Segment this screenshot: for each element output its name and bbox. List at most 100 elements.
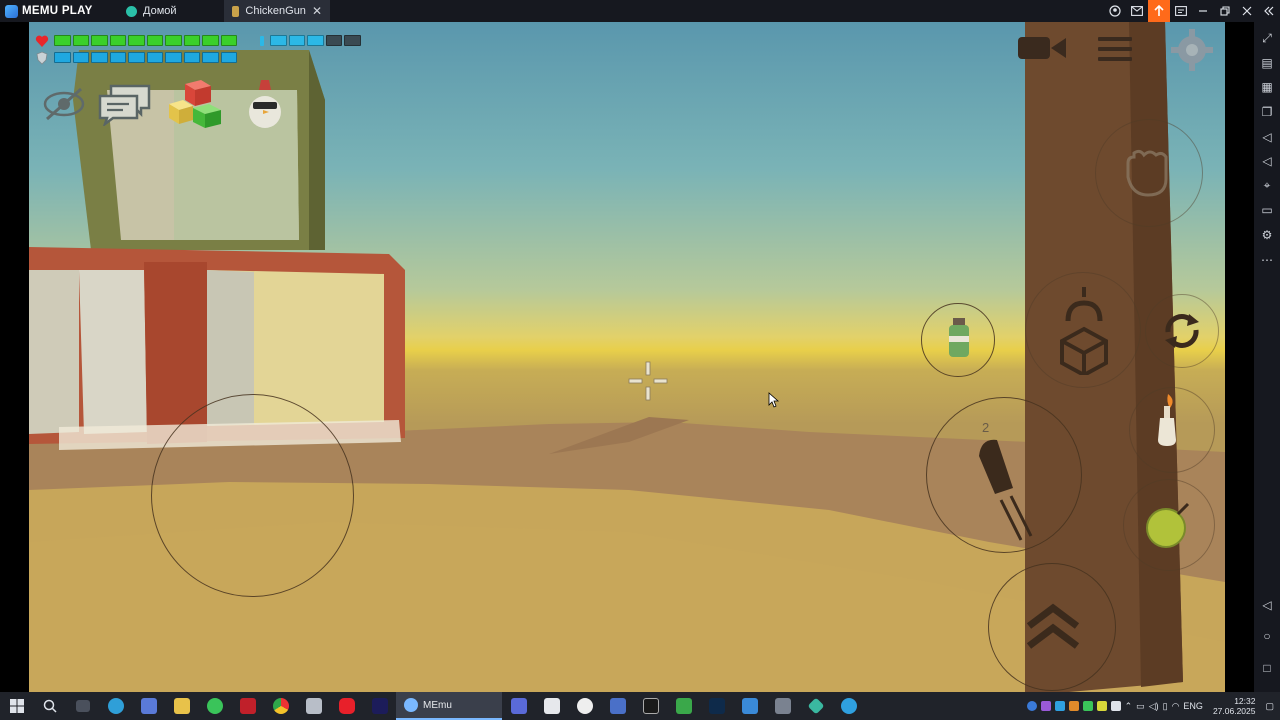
bullet-icon: [979, 439, 1033, 541]
multi-window-icon[interactable]: ❐: [1256, 100, 1278, 125]
more-icon[interactable]: ⋯: [1256, 247, 1278, 272]
chicken-icon[interactable]: [243, 78, 287, 132]
diamond-app-icon[interactable]: [799, 692, 832, 720]
collapse-icon[interactable]: [1258, 0, 1280, 22]
tab-close-icon[interactable]: ✕: [312, 4, 322, 18]
close-icon[interactable]: [1236, 0, 1258, 22]
telegram-icon[interactable]: [832, 692, 865, 720]
title-bar: MEMU PLAY Домой ChickenGun ✕: [0, 0, 1280, 22]
gear-icon[interactable]: [1170, 28, 1214, 72]
tray-app-icon[interactable]: [1068, 701, 1079, 711]
tray-app-icon[interactable]: [1082, 701, 1093, 711]
chrome-icon[interactable]: [264, 692, 297, 720]
task-view-icon[interactable]: [66, 692, 99, 720]
calculator-icon[interactable]: [502, 692, 535, 720]
speaker-icon[interactable]: ◁): [1149, 701, 1159, 712]
photoshop-icon[interactable]: [700, 692, 733, 720]
shield-icon: [36, 51, 48, 65]
movement-joystick[interactable]: [151, 394, 354, 597]
bomb-button[interactable]: [1123, 479, 1215, 571]
home-icon[interactable]: ○: [1256, 624, 1278, 649]
location-icon[interactable]: ⌖: [1256, 174, 1278, 199]
armor-bar-segment: [91, 52, 108, 63]
volume-down-icon[interactable]: ◁: [1256, 149, 1278, 174]
home-tab-icon: [126, 5, 137, 17]
chevron-up-icon[interactable]: ⌃: [1125, 701, 1133, 712]
armor-bar-segment: [146, 52, 163, 63]
tab-chickengun-label: ChickenGun: [245, 5, 306, 17]
recent-icon[interactable]: □: [1256, 655, 1278, 680]
molotov-icon: [1158, 394, 1176, 446]
menu-icon[interactable]: [1170, 0, 1192, 22]
chat-icon[interactable]: [97, 82, 153, 126]
store-icon[interactable]: [132, 692, 165, 720]
expand-icon[interactable]: ⤢: [1256, 26, 1278, 51]
animate-icon[interactable]: [363, 692, 396, 720]
youtube-icon[interactable]: [330, 692, 363, 720]
settings-icon[interactable]: ⚙: [1256, 223, 1278, 248]
save-icon[interactable]: [601, 692, 634, 720]
yandex-icon[interactable]: [568, 692, 601, 720]
build-button[interactable]: [1025, 272, 1141, 388]
tab-home[interactable]: Домой: [118, 0, 224, 22]
game-viewport[interactable]: 2: [29, 22, 1225, 692]
mail-icon[interactable]: [1126, 0, 1148, 22]
blocks-icon[interactable]: [167, 78, 225, 130]
ammo-bar: [270, 35, 361, 46]
mouse-cursor-icon: [768, 392, 780, 408]
jump-button[interactable]: [988, 563, 1116, 691]
tray-app-icon[interactable]: [1040, 701, 1051, 711]
user-icon[interactable]: [1104, 0, 1126, 22]
menu-icon[interactable]: [1097, 35, 1133, 63]
terminal-icon[interactable]: [634, 692, 667, 720]
notifications-icon[interactable]: ▢: [1265, 701, 1274, 712]
taskbar-memu-label: MEmu: [423, 699, 452, 711]
tray-app-icon[interactable]: [1054, 701, 1065, 711]
emulator-sidebar: ⤢ ▤ ▦ ❐ ◁ ◁ ⌖ ▭ ⚙ ⋯ ◁ ○ □: [1254, 22, 1280, 692]
files-icon[interactable]: [297, 692, 330, 720]
brand-label: MEMU PLAY: [22, 5, 93, 17]
minecraft-icon[interactable]: [667, 692, 700, 720]
fire-button[interactable]: [926, 397, 1082, 553]
upload-icon[interactable]: [1148, 0, 1170, 22]
camera-app-icon[interactable]: [766, 692, 799, 720]
notepad-icon[interactable]: [535, 692, 568, 720]
hide-icon[interactable]: [41, 84, 87, 124]
search-icon[interactable]: [33, 692, 66, 720]
back-icon[interactable]: ◁: [1256, 592, 1278, 617]
memu-icon: [404, 698, 418, 712]
tab-chickengun[interactable]: ChickenGun ✕: [224, 0, 330, 22]
minimize-icon[interactable]: [1192, 0, 1214, 22]
edge-icon[interactable]: [99, 692, 132, 720]
explorer-icon[interactable]: [165, 692, 198, 720]
reload-button[interactable]: [1145, 294, 1219, 368]
armor-bar-segment: [202, 52, 219, 63]
start-icon[interactable]: [0, 692, 33, 720]
tray-app-icon[interactable]: [1026, 701, 1037, 711]
ammo-bar-segment: [307, 35, 324, 46]
battery-icon[interactable]: ▯: [1163, 701, 1168, 712]
restore-icon[interactable]: [1214, 0, 1236, 22]
clock[interactable]: 12:32 27.06.2025: [1207, 696, 1262, 716]
red-app-icon[interactable]: [231, 692, 264, 720]
apk-icon[interactable]: ▦: [1256, 75, 1278, 100]
network-icon[interactable]: ▭: [1136, 701, 1145, 712]
whatsapp-icon[interactable]: [198, 692, 231, 720]
armor-bar: [54, 52, 237, 63]
taskbar-memu[interactable]: MEmu: [396, 692, 502, 720]
keyboard-icon[interactable]: ▤: [1256, 51, 1278, 76]
wifi-icon[interactable]: ◠: [1172, 701, 1180, 712]
grenade-button[interactable]: [921, 303, 995, 377]
volume-up-icon[interactable]: ◁: [1256, 124, 1278, 149]
health-bar-segment: [91, 35, 108, 46]
camera-icon[interactable]: [1017, 32, 1067, 64]
tray-app-icon[interactable]: [1110, 701, 1121, 711]
folder-icon[interactable]: ▭: [1256, 198, 1278, 223]
grab-button[interactable]: [1095, 119, 1203, 227]
red-frame-opening-a: [79, 270, 147, 434]
tray-app-icon[interactable]: [1096, 701, 1107, 711]
paint-icon[interactable]: [733, 692, 766, 720]
molotov-button[interactable]: [1129, 387, 1215, 473]
language-indicator[interactable]: ENG: [1183, 701, 1203, 711]
health-bar-segment: [183, 35, 200, 46]
